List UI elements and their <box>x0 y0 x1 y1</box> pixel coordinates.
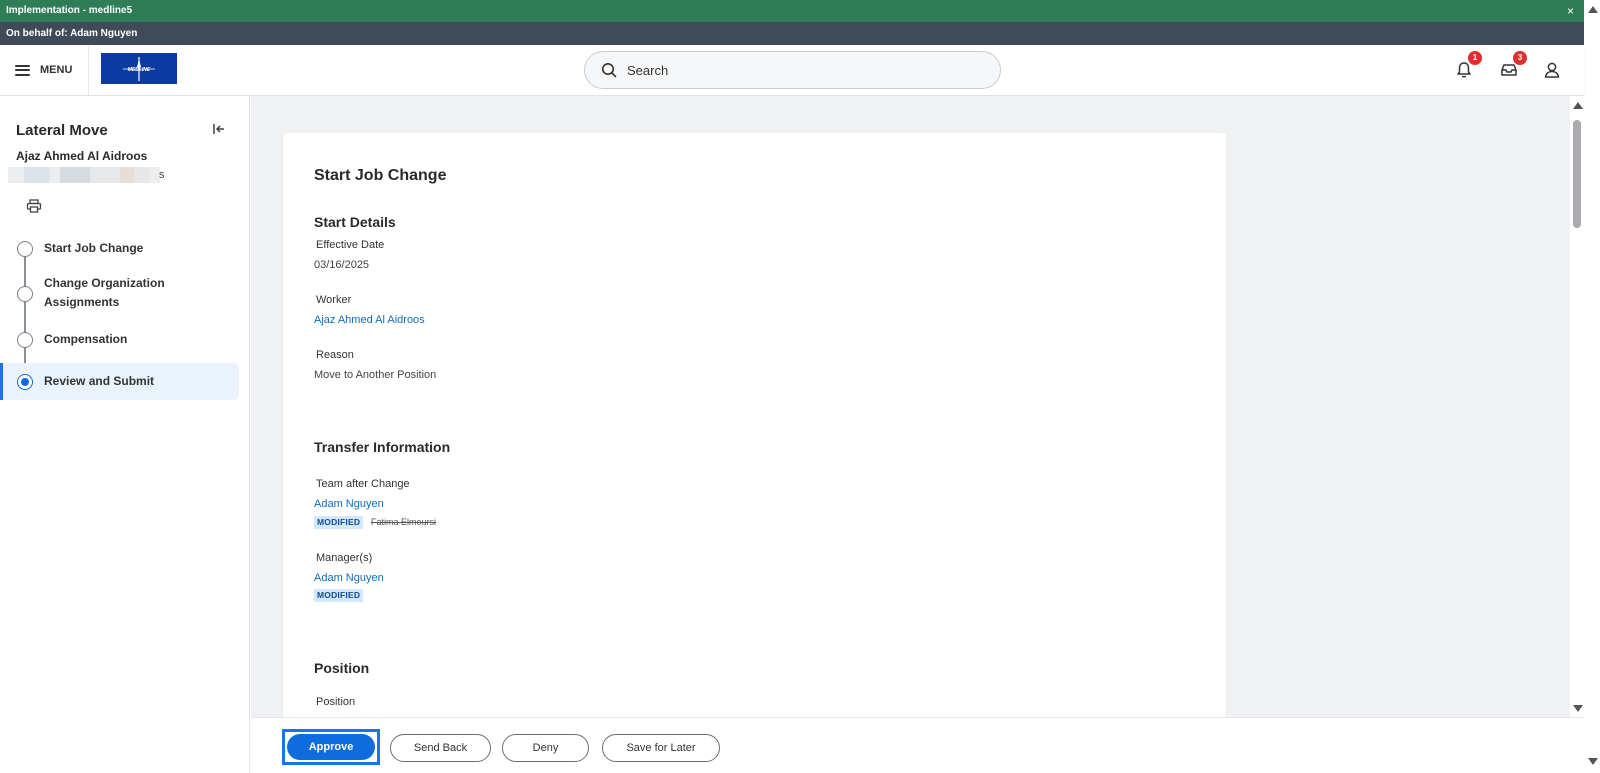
notifications-button[interactable]: 1 <box>1452 51 1482 82</box>
step-circle <box>17 286 33 302</box>
logo-text: MEDLINE <box>128 67 151 73</box>
previous-team-value: Fatima Elmoursi <box>371 517 437 527</box>
inbox-button[interactable]: 3 <box>1497 51 1527 82</box>
step-circle <box>17 241 33 257</box>
menu-button[interactable]: MENU <box>0 45 89 95</box>
step-label: Compensation <box>44 332 128 346</box>
search-input[interactable]: Search <box>627 63 668 78</box>
user-icon <box>1544 62 1560 78</box>
proxy-banner: On behalf of: Adam Nguyen <box>0 22 1584 45</box>
reason-value: Move to Another Position <box>314 369 437 381</box>
worker-link[interactable]: Ajaz Ahmed Al Aidroos <box>314 314 425 326</box>
task-title: Lateral Move <box>16 122 108 139</box>
manager-link[interactable]: Adam Nguyen <box>314 572 384 584</box>
approve-button[interactable]: Approve <box>287 734 375 760</box>
step-label: Review and Submit <box>44 374 155 388</box>
window-scrollbar[interactable] <box>1586 0 1600 773</box>
task-navigation-panel: Lateral Move Ajaz Ahmed Al Aidroos s Sta… <box>0 96 250 773</box>
effective-date-value: 03/16/2025 <box>314 259 370 271</box>
proxy-text: On behalf of: Adam Nguyen <box>6 28 138 39</box>
step-change-organization-assignments[interactable]: Change Organization Assignments <box>0 272 239 316</box>
menu-label: MENU <box>40 64 73 76</box>
transfer-information-heading: Transfer Information <box>314 439 451 455</box>
search-bar[interactable]: Search <box>584 51 1001 89</box>
hamburger-icon <box>15 64 30 76</box>
team-after-change-label: Team after Change <box>316 478 410 490</box>
position-suffix: s <box>159 169 165 181</box>
save-for-later-button[interactable]: Save for Later <box>602 734 720 762</box>
reason-label: Reason <box>316 349 354 361</box>
step-review-and-submit[interactable]: Review and Submit <box>0 363 239 400</box>
collapse-panel-icon[interactable] <box>212 122 226 136</box>
start-details-heading: Start Details <box>314 214 396 230</box>
modified-badge: MODIFIED <box>314 516 364 529</box>
step-start-job-change[interactable]: Start Job Change <box>0 234 239 264</box>
deny-button[interactable]: Deny <box>502 734 589 762</box>
page-title: Start Job Change <box>314 167 447 184</box>
scroll-up-arrow-icon[interactable] <box>1588 6 1598 13</box>
environment-banner: Implementation - medline5 × <box>0 0 1584 22</box>
profile-button[interactable] <box>1540 58 1564 82</box>
print-icon[interactable] <box>26 199 42 213</box>
send-back-button[interactable]: Send Back <box>390 734 491 762</box>
position-heading: Position <box>314 660 370 676</box>
step-circle <box>17 332 33 348</box>
redacted-block <box>8 167 160 183</box>
step-compensation[interactable]: Compensation <box>0 325 239 355</box>
step-label: Start Job Change <box>44 241 144 255</box>
notifications-badge: 1 <box>1468 51 1482 65</box>
scroll-down-arrow-icon[interactable] <box>1573 705 1583 712</box>
main-scrollbar[interactable] <box>1570 96 1584 717</box>
worker-label: Worker <box>316 294 352 306</box>
managers-label: Manager(s) <box>316 552 373 564</box>
team-after-change-link[interactable]: Adam Nguyen <box>314 498 384 510</box>
scrollbar-thumb[interactable] <box>1573 120 1581 228</box>
action-bar: Approve Send Back Deny Save for Later <box>251 717 1584 773</box>
scroll-down-arrow-icon[interactable] <box>1588 758 1598 765</box>
logo-star-icon: MEDLINE <box>123 56 155 81</box>
inbox-badge: 3 <box>1513 51 1527 65</box>
step-circle-active <box>17 374 33 390</box>
review-card: Start Job Change Start Details Effective… <box>283 133 1226 717</box>
environment-title: Implementation - medline5 <box>6 5 133 16</box>
worker-position-redacted: s <box>8 167 168 183</box>
global-header: MENU MEDLINE Search 1 3 <box>0 45 1584 96</box>
close-icon[interactable]: × <box>1567 0 1574 22</box>
approve-focus-ring: Approve <box>282 729 380 765</box>
worker-name: Ajaz Ahmed Al Aidroos <box>16 149 148 163</box>
effective-date-label: Effective Date <box>316 239 385 251</box>
scroll-up-arrow-icon[interactable] <box>1573 102 1583 109</box>
search-icon <box>602 63 617 78</box>
main-content: Start Job Change Start Details Effective… <box>251 96 1570 717</box>
company-logo[interactable]: MEDLINE <box>101 53 177 84</box>
position-label: Position <box>316 696 356 708</box>
modified-badge: MODIFIED <box>314 589 364 602</box>
step-label: Change Organization Assignments <box>44 276 165 309</box>
